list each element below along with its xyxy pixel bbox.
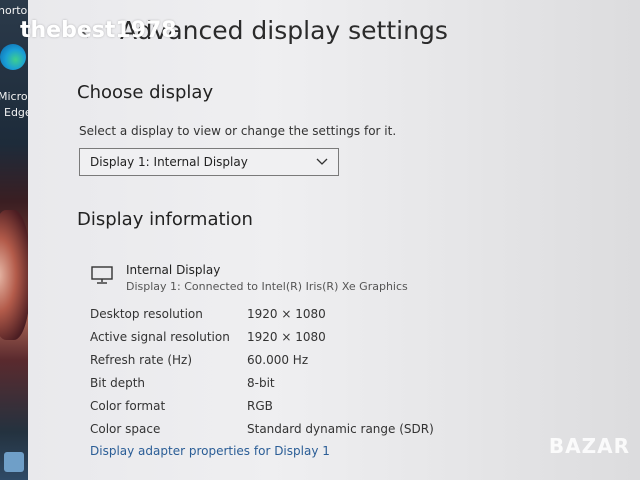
info-label: Active signal resolution bbox=[90, 330, 230, 344]
info-row: Color format RGB bbox=[90, 399, 450, 417]
info-label: Color space bbox=[90, 422, 161, 436]
info-label: Desktop resolution bbox=[90, 307, 203, 321]
watermark-text: thebest1978 bbox=[20, 18, 177, 43]
info-value: 60.000 Hz bbox=[247, 353, 309, 367]
info-label: Bit depth bbox=[90, 376, 146, 390]
desktop-icon-label: Edge bbox=[4, 106, 28, 119]
display-select[interactable]: Display 1: Internal Display bbox=[79, 148, 339, 176]
desktop-icon-label: horto bbox=[0, 4, 28, 17]
info-row: Color space Standard dynamic range (SDR) bbox=[90, 422, 450, 440]
monitor-icon bbox=[91, 266, 113, 284]
display-name: Internal Display bbox=[126, 263, 221, 277]
info-value: 1920 × 1080 bbox=[247, 330, 326, 344]
display-adapter-properties-link[interactable]: Display adapter properties for Display 1 bbox=[90, 444, 330, 458]
display-connection: Display 1: Connected to Intel(R) Iris(R)… bbox=[126, 280, 408, 293]
settings-window: Advanced display settings Choose display… bbox=[28, 0, 640, 480]
info-row: Refresh rate (Hz) 60.000 Hz bbox=[90, 353, 450, 371]
display-select-value: Display 1: Internal Display bbox=[90, 155, 248, 169]
info-row: Desktop resolution 1920 × 1080 bbox=[90, 307, 450, 325]
info-value: 8-bit bbox=[247, 376, 275, 390]
wallpaper-swirl bbox=[0, 210, 28, 340]
info-label: Refresh rate (Hz) bbox=[90, 353, 193, 367]
taskbar-app-icon[interactable] bbox=[4, 452, 24, 472]
desktop-strip: horto Micros Edge bbox=[0, 0, 28, 480]
info-row: Active signal resolution 1920 × 1080 bbox=[90, 330, 450, 348]
choose-display-hint: Select a display to view or change the s… bbox=[79, 124, 397, 138]
brand-watermark: BAZAR bbox=[548, 434, 630, 458]
info-value: 1920 × 1080 bbox=[247, 307, 326, 321]
chevron-down-icon bbox=[316, 158, 328, 165]
info-value: Standard dynamic range (SDR) bbox=[247, 422, 434, 436]
info-label: Color format bbox=[90, 399, 166, 413]
desktop-icon-label: Micros bbox=[0, 90, 28, 103]
choose-display-heading: Choose display bbox=[77, 82, 214, 103]
display-information-heading: Display information bbox=[77, 209, 253, 230]
info-value: RGB bbox=[247, 399, 273, 413]
edge-icon[interactable] bbox=[0, 44, 26, 70]
info-row: Bit depth 8-bit bbox=[90, 376, 450, 394]
